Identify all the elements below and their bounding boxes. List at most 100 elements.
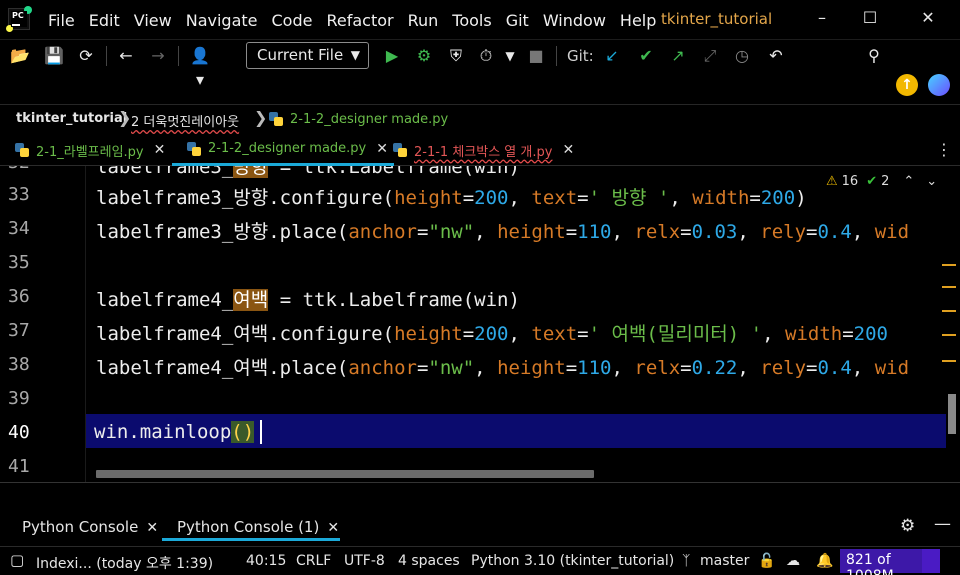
error-stripe-marker[interactable] — [942, 310, 956, 312]
cloud-settings-icon[interactable]: ☁ — [786, 553, 800, 569]
tab-checkbox[interactable]: 2-1-1 체크박스 열 개.py ✕ — [392, 134, 574, 166]
forward-icon[interactable]: → — [146, 44, 170, 68]
breadcrumb: tkinter_tutorial ❯ 2 더욱멋진레이아웃 ❯ 2-1-2_de… — [0, 104, 960, 132]
menu-help[interactable]: Help — [620, 11, 656, 30]
close-tab-icon[interactable]: ✕ — [562, 142, 574, 158]
debug-icon[interactable]: ⚙ — [412, 44, 436, 68]
editor-tabs: 2-1_라벨프레임.py ✕ 2-1-2_designer made.py ✕ … — [0, 134, 960, 166]
close-tab-icon[interactable]: ✕ — [146, 520, 158, 536]
branch-icon: ᛉ — [682, 553, 691, 569]
line-number: 34 — [8, 218, 30, 239]
menu-window[interactable]: Window — [543, 11, 606, 30]
sync-icon[interactable]: ⟳ — [74, 44, 98, 68]
file-encoding[interactable]: UTF-8 — [344, 553, 385, 569]
close-icon[interactable]: ✕ — [916, 8, 940, 30]
notifications-icon[interactable]: 🔔 — [816, 553, 833, 569]
run-configuration-label: Current File — [257, 46, 344, 64]
menu-file[interactable]: File — [48, 11, 75, 30]
update-icon[interactable]: ↑ — [896, 74, 918, 96]
tab-designer-made[interactable]: 2-1-2_designer made.py ✕ — [172, 134, 394, 166]
tab-python-console[interactable]: Python Console ✕ — [22, 518, 158, 536]
python-file-icon — [186, 141, 202, 157]
memory-text: 821 of 1008M — [846, 552, 894, 575]
chevron-down-icon[interactable]: ⌄ — [926, 174, 937, 189]
stop-icon[interactable]: ■ — [524, 44, 548, 68]
user-dropdown-icon[interactable]: 👤▾ — [188, 44, 212, 89]
indexing-status[interactable]: Indexi... (today 오후 1:39) — [36, 553, 213, 573]
git-branch[interactable]: master — [700, 553, 749, 569]
more-run-icon[interactable]: ▼ — [498, 44, 522, 68]
menu-run[interactable]: Run — [408, 11, 439, 30]
panel-toggle-icon[interactable]: ▢ — [10, 551, 24, 569]
minimize-icon[interactable]: – — [810, 8, 834, 30]
error-stripe-marker[interactable] — [942, 360, 956, 362]
menu-navigate[interactable]: Navigate — [186, 11, 258, 30]
pycharm-logo[interactable]: PC — [6, 6, 32, 32]
git-label: Git: — [567, 47, 594, 65]
code-line-current: win.mainloop() — [94, 421, 255, 443]
more-options-icon[interactable]: ⋮ — [936, 140, 952, 159]
memory-indicator[interactable]: 821 of 1008M — [840, 549, 940, 575]
caret-position[interactable]: 40:15 — [246, 553, 286, 569]
tab-labelframe[interactable]: 2-1_라벨프레임.py ✕ — [14, 134, 165, 166]
menu-refactor[interactable]: Refactor — [326, 11, 393, 30]
chevron-up-icon[interactable]: ⌃ — [903, 174, 914, 189]
warning-count: 16 — [841, 174, 859, 189]
error-stripe-marker[interactable] — [942, 286, 956, 288]
close-tab-icon[interactable]: ✕ — [376, 141, 388, 157]
assistant-icon[interactable] — [928, 74, 950, 96]
close-tab-icon[interactable]: ✕ — [154, 142, 166, 158]
git-merge-icon[interactable]: ⤢ — [698, 44, 722, 68]
run-configuration-select[interactable]: Current File ▼ — [246, 42, 369, 69]
python-interpreter[interactable]: Python 3.10 (tkinter_tutorial) — [471, 553, 674, 569]
python-file-icon — [268, 111, 284, 127]
gear-icon[interactable]: ⚙ — [900, 516, 915, 536]
line-number: 35 — [8, 252, 30, 273]
search-icon[interactable]: ⚲ — [862, 44, 886, 68]
breadcrumb-folder[interactable]: 2 더욱멋진레이아웃 — [131, 111, 239, 130]
vertical-scrollbar[interactable] — [948, 394, 956, 434]
python-file-icon — [392, 142, 408, 158]
maximize-icon[interactable]: ☐ — [858, 8, 882, 30]
menu-code[interactable]: Code — [272, 11, 313, 30]
coverage-icon[interactable]: ⛨ — [444, 44, 468, 68]
inspection-widget[interactable]: ⚠ 16 ✔ 2 ⌃ ⌄ — [826, 174, 937, 189]
code-editor[interactable]: 32 33 34 35 36 37 38 39 40 41 labelframe… — [0, 166, 960, 482]
git-update-icon[interactable]: ↙ — [600, 44, 624, 68]
line-number: 41 — [8, 456, 30, 477]
weak-warning-count: 2 — [881, 174, 890, 189]
code-line: labelframe3_방향.configure(height=200, tex… — [96, 187, 807, 209]
horizontal-scrollbar[interactable] — [96, 470, 594, 478]
breadcrumb-project[interactable]: tkinter_tutorial — [16, 111, 127, 126]
error-stripe-marker[interactable] — [942, 264, 956, 266]
close-tab-icon[interactable]: ✕ — [327, 520, 339, 536]
line-separator[interactable]: CRLF — [296, 553, 331, 569]
menu-view[interactable]: View — [134, 11, 172, 30]
chevron-down-icon: ▼ — [350, 48, 360, 62]
tool-window-area — [0, 482, 960, 512]
git-push-icon[interactable]: ↗ — [666, 44, 690, 68]
lock-icon[interactable]: 🔓 — [758, 553, 775, 569]
title-bar: PC File Edit View Navigate Code Refactor… — [0, 0, 960, 40]
rollback-icon[interactable]: ↶ — [764, 44, 788, 68]
profile-icon[interactable]: ⏱ — [474, 44, 498, 68]
tab-label: Python Console (1) — [177, 518, 320, 536]
back-icon[interactable]: ← — [114, 44, 138, 68]
menu-edit[interactable]: Edit — [89, 11, 120, 30]
minimize-pane-icon[interactable]: — — [934, 514, 951, 534]
git-commit-icon[interactable]: ✔ — [634, 44, 658, 68]
line-number: 33 — [8, 184, 30, 205]
tab-python-console-1[interactable]: Python Console (1) ✕ — [177, 518, 339, 536]
breadcrumb-file-label: 2-1-2_designer made.py — [290, 111, 449, 127]
indent-setting[interactable]: 4 spaces — [398, 553, 460, 569]
logo-text: PC — [12, 11, 24, 20]
error-stripe-marker[interactable] — [942, 334, 956, 336]
save-icon[interactable]: 💾 — [42, 44, 66, 68]
active-tab-indicator — [162, 538, 340, 541]
menu-git[interactable]: Git — [506, 11, 529, 30]
menu-tools[interactable]: Tools — [452, 11, 491, 30]
run-icon[interactable]: ▶ — [380, 44, 404, 68]
history-icon[interactable]: ◷ — [730, 44, 754, 68]
open-folder-icon[interactable]: 📂 — [8, 44, 32, 68]
breadcrumb-file[interactable]: 2-1-2_designer made.py — [268, 111, 448, 127]
